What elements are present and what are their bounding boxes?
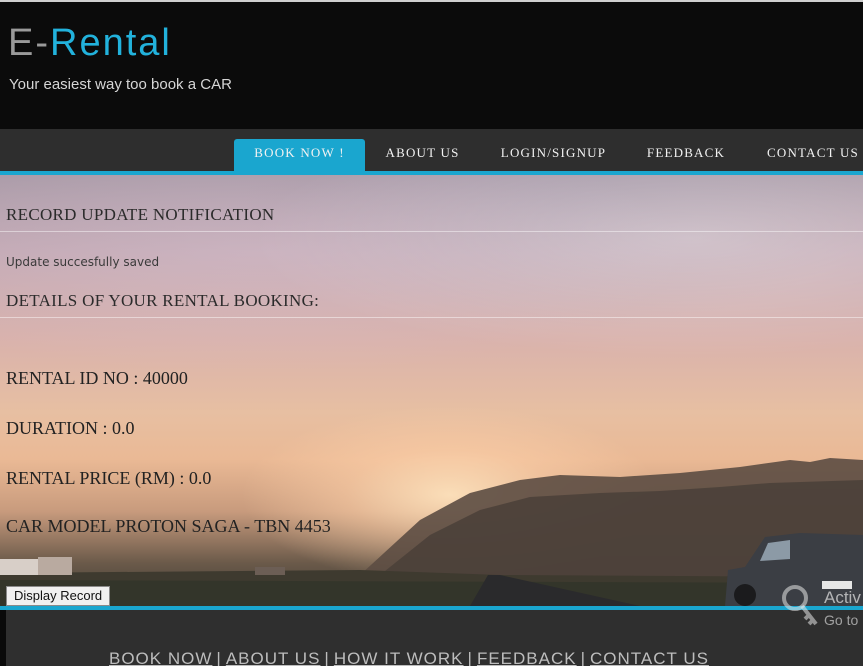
notification-message: Update succesfully saved — [6, 255, 160, 269]
duration: DURATION : 0.0 — [6, 418, 135, 438]
footer-link-contact-us[interactable]: CONTACT US — [590, 649, 709, 666]
rental-id: RENTAL ID NO : 40000 — [6, 368, 188, 388]
nav-feedback[interactable]: FEEDBACK — [636, 139, 736, 171]
footer-link-feedback[interactable]: FEEDBACK — [477, 649, 577, 666]
nav-about-us[interactable]: ABOUT US — [372, 139, 473, 171]
notification-heading: RECORD UPDATE NOTIFICATION — [6, 205, 275, 224]
nav-login-signup[interactable]: LOGIN/SIGNUP — [490, 139, 617, 171]
display-record-button[interactable]: Display Record — [6, 586, 111, 606]
footer-separator: | — [216, 649, 222, 666]
footer-link-how-it-work[interactable]: HOW IT WORK — [334, 649, 464, 666]
footer-separator: | — [580, 649, 587, 666]
page: E-Rental Your easiest way too book a CAR… — [0, 0, 863, 666]
landscape-illustration — [0, 458, 863, 606]
footer-separator: | — [467, 649, 473, 666]
site-footer: BOOK NOW | ABOUT US | HOW IT WORK | FEEDBACK | C… — [6, 610, 863, 666]
footer-link-about-us[interactable]: ABOUT US — [226, 649, 321, 666]
car-model: CAR MODEL PROTON SAGA - TBN 4453 — [6, 516, 331, 536]
footer-links: BOOK NOW | ABOUT US | HOW IT WORK | FEEDBACK | C… — [109, 649, 709, 666]
divider — [0, 317, 863, 318]
footer-separator: | — [324, 649, 330, 666]
site-header: E-Rental Your easiest way too book a CAR — [0, 0, 863, 129]
logo-prefix: E- — [8, 22, 50, 64]
details-heading: DETAILS OF YOUR RENTAL BOOKING: — [6, 291, 320, 310]
nav-contact-us[interactable]: CONTACT US — [758, 139, 863, 171]
divider — [0, 231, 863, 232]
main-nav: BOOK NOW ! ABOUT US LOGIN/SIGNUP FEEDBAC… — [0, 129, 863, 171]
logo-main: Rental — [50, 22, 172, 64]
footer-link-book-now[interactable]: BOOK NOW — [109, 649, 212, 666]
nav-book-now[interactable]: BOOK NOW ! — [234, 139, 365, 171]
hero-background — [0, 175, 863, 606]
site-logo[interactable]: E-Rental — [8, 24, 172, 62]
site-tagline: Your easiest way too book a CAR — [9, 76, 232, 93]
rental-price: RENTAL PRICE (RM) : 0.0 — [6, 468, 212, 488]
